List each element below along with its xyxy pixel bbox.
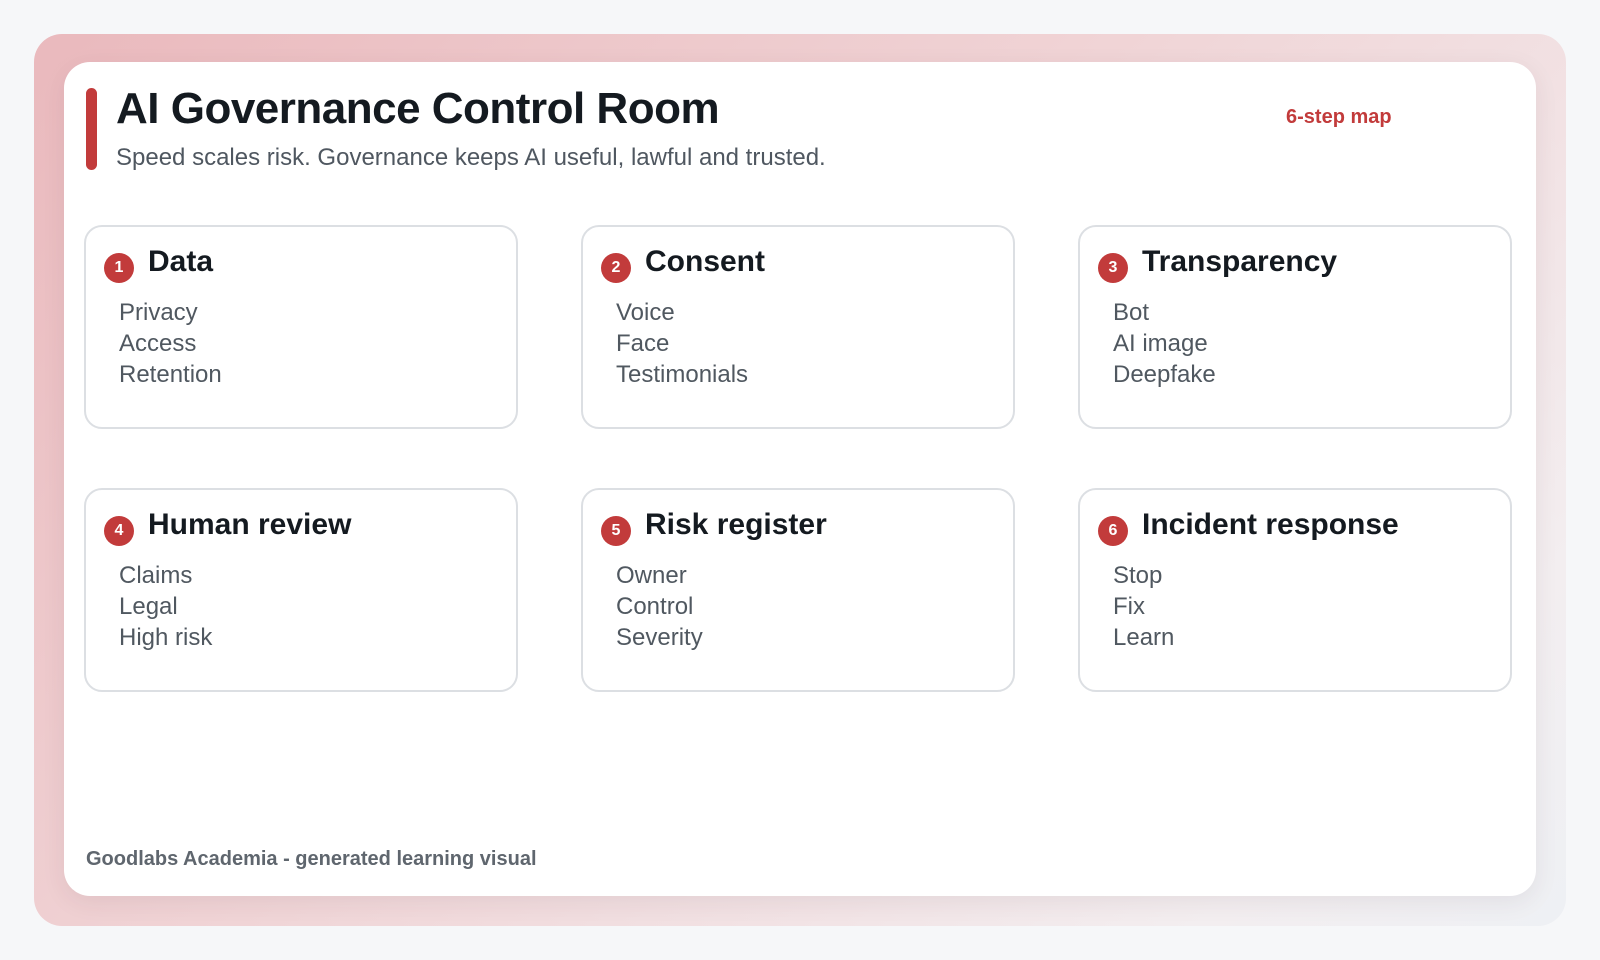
step-item: Learn [1113,624,1175,651]
footer-credit: Goodlabs Academia - generated learning v… [86,848,537,870]
step-number-badge: 3 [1098,253,1128,283]
step-item: Access [119,330,197,357]
step-card-consent: 2 Consent Voice Face Testimonials [581,225,1015,429]
step-card-transparency: 3 Transparency Bot AI image Deepfake [1078,225,1512,429]
step-item: High risk [119,624,213,651]
step-item-list: Stop Fix Learn [1113,560,1174,653]
step-item: Claims [119,562,193,589]
step-item: Retention [119,361,222,388]
step-item: AI image [1113,330,1208,357]
step-item: Privacy [119,299,198,326]
step-map-tag: 6-step map [1286,106,1392,128]
step-item: Deepfake [1113,361,1216,388]
step-title: Data [148,245,214,278]
step-card-risk-register: 5 Risk register Owner Control Severity [581,488,1015,692]
step-title: Human review [148,508,352,541]
step-item: Face [616,330,670,357]
step-item-list: Voice Face Testimonials [616,297,748,390]
step-number-badge: 5 [601,516,631,546]
page-subtitle: Speed scales risk. Governance keeps AI u… [116,144,826,171]
step-number-badge: 2 [601,253,631,283]
step-item: Voice [616,299,675,326]
step-title: Incident response [1142,508,1399,541]
step-card-data: 1 Data Privacy Access Retention [84,225,518,429]
step-item-list: Claims Legal High risk [119,560,212,653]
step-item-list: Privacy Access Retention [119,297,222,390]
step-item: Testimonials [616,361,749,388]
title-accent-bar [86,88,97,170]
step-item-list: Owner Control Severity [616,560,703,653]
step-item: Stop [1113,562,1163,589]
step-number-badge: 4 [104,516,134,546]
step-card-human-review: 4 Human review Claims Legal High risk [84,488,518,692]
step-title: Consent [645,245,765,278]
step-number-badge: 6 [1098,516,1128,546]
main-card: AI Governance Control Room Speed scales … [64,62,1536,896]
step-title: Risk register [645,508,827,541]
step-item: Control [616,593,694,620]
step-item: Fix [1113,593,1145,620]
page-title: AI Governance Control Room [116,84,720,133]
step-item-list: Bot AI image Deepfake [1113,297,1216,390]
step-item: Owner [616,562,687,589]
step-number-badge: 1 [104,253,134,283]
step-item: Legal [119,593,178,620]
step-item: Severity [616,624,703,651]
step-card-incident-response: 6 Incident response Stop Fix Learn [1078,488,1512,692]
step-item: Bot [1113,299,1150,326]
step-title: Transparency [1142,245,1338,278]
